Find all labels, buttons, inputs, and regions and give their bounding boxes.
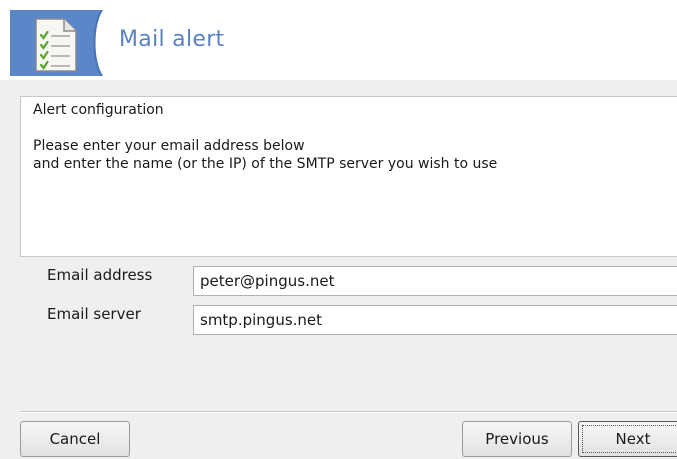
info-description-line-2: and enter the name (or the IP) of the SM… xyxy=(33,156,498,172)
page-title: Mail alert xyxy=(119,27,225,52)
info-description: Please enter your email address below an… xyxy=(33,137,677,173)
footer-separator xyxy=(20,411,677,413)
header-icon-tab xyxy=(10,9,114,77)
next-button[interactable]: Next xyxy=(578,421,677,457)
next-button-label: Next xyxy=(615,430,651,448)
cancel-button[interactable]: Cancel xyxy=(20,421,130,457)
info-description-line-1: Please enter your email address below xyxy=(33,138,305,154)
checklist-document-icon xyxy=(32,16,82,74)
email-server-field[interactable] xyxy=(193,305,677,335)
email-address-label: Email address xyxy=(47,266,153,284)
email-address-field[interactable] xyxy=(193,266,677,296)
email-server-label: Email server xyxy=(47,305,141,323)
previous-button[interactable]: Previous xyxy=(462,421,572,457)
info-panel: Alert configuration Please enter your em… xyxy=(20,96,677,257)
header-banner: Mail alert xyxy=(0,0,677,80)
info-title: Alert configuration xyxy=(33,102,164,118)
mail-alert-dialog: Mail alert Alert configuration Please en… xyxy=(0,0,677,459)
